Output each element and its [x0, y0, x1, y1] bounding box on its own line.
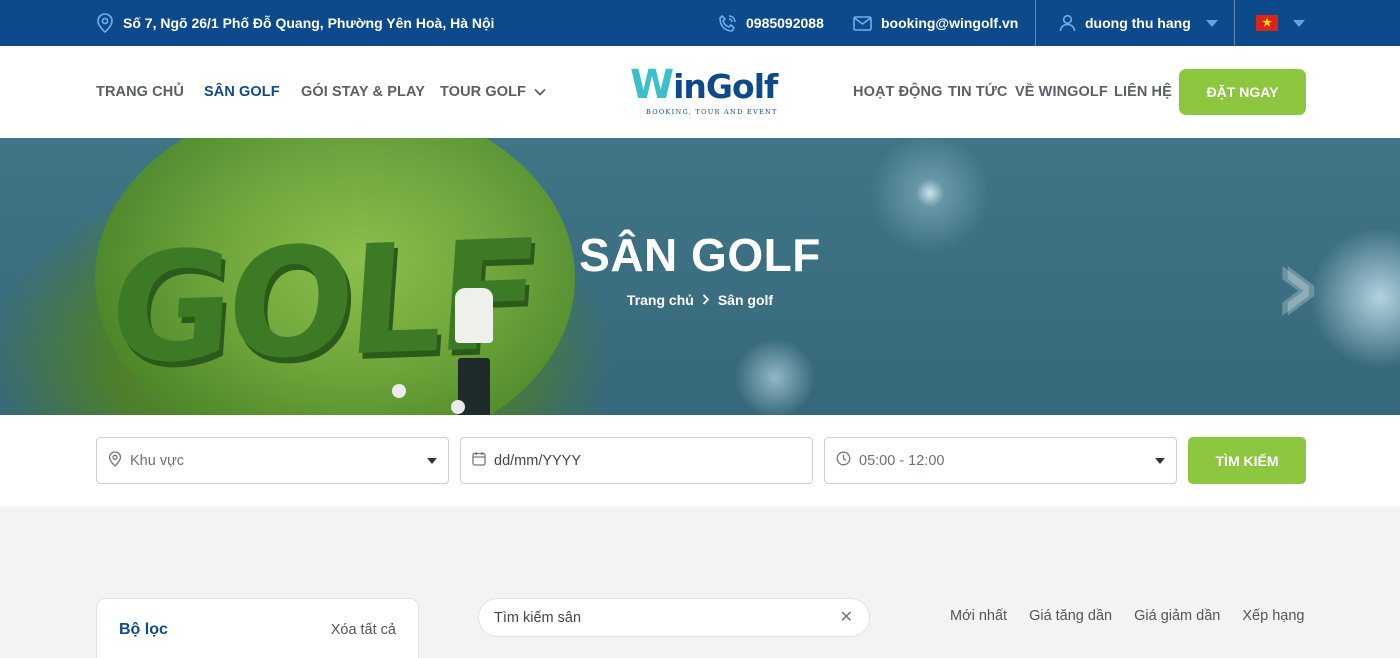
user-icon [1059, 14, 1076, 32]
breadcrumb-current: Sân golf [717, 292, 774, 308]
phone-icon [718, 14, 737, 33]
caret-down-icon [1205, 19, 1218, 27]
sort-rating[interactable]: Xếp hạng [1242, 608, 1304, 624]
email-link[interactable]: booking@wingolf.vn [853, 0, 1018, 46]
court-search-placeholder: Tìm kiếm sân [494, 609, 582, 626]
main-nav: TRANG CHỦ SÂN GOLF GÓI STAY & PLAY TOUR … [0, 46, 1400, 138]
user-menu[interactable]: duong thu hang [1059, 0, 1218, 46]
filter-title: Bộ lọc [119, 621, 168, 638]
time-select[interactable]: 05:00 - 12:00 [824, 437, 1177, 484]
top-bar: Số 7, Ngõ 26/1 Phố Đỗ Quang, Phường Yên … [0, 0, 1400, 46]
sort-newest[interactable]: Mới nhất [950, 608, 1007, 624]
phone-link[interactable]: 0985092088 [718, 0, 824, 46]
page-title: SÂN GOLF [579, 229, 821, 281]
sort-price-asc[interactable]: Giá tăng dần [1029, 608, 1112, 624]
sort-price-desc[interactable]: Giá giảm dần [1134, 608, 1220, 624]
clock-icon [836, 451, 851, 470]
date-input[interactable]: dd/mm/YYYY [460, 437, 813, 484]
calendar-icon [472, 451, 486, 470]
golf-ball [451, 400, 465, 414]
nav-about[interactable]: VỀ WINGOLF [1015, 46, 1108, 138]
nav-tour-golf[interactable]: TOUR GOLF [440, 46, 546, 138]
breadcrumb: Trang chủ Sân golf [0, 292, 1400, 308]
phone-number: 0985092088 [746, 15, 824, 31]
nav-activities[interactable]: HOẠT ĐỘNG [853, 46, 943, 138]
caret-down-icon [1293, 19, 1305, 27]
mail-icon [853, 15, 872, 31]
area-select[interactable]: Khu vực [96, 437, 449, 484]
clear-all-link[interactable]: Xóa tất cả [331, 622, 396, 638]
logo-wordmark: WinGolf [630, 62, 778, 108]
area-select-value: Khu vực [130, 452, 185, 469]
nav-stay-play[interactable]: GÓI STAY & PLAY [301, 46, 425, 138]
language-selector[interactable]: ★ [1256, 0, 1305, 46]
logo-tagline: BOOKING, TOUR AND EVENT [646, 108, 778, 116]
chevron-down-icon [534, 84, 546, 100]
hero-banner: GOLF ›› SÂN GOLF Trang chủ Sân golf [0, 138, 1400, 415]
location-pin-icon [96, 13, 114, 33]
nav-home[interactable]: TRANG CHỦ [96, 46, 184, 138]
address-info: Số 7, Ngõ 26/1 Phố Đỗ Quang, Phường Yên … [96, 0, 494, 46]
nav-golf-courses[interactable]: SÂN GOLF [204, 46, 280, 138]
caret-down-icon [1155, 458, 1165, 464]
book-now-button[interactable]: ĐẶT NGAY [1179, 69, 1306, 115]
user-name: duong thu hang [1085, 15, 1191, 31]
court-search-input[interactable]: Tìm kiếm sân ✕ [478, 598, 870, 637]
caret-down-icon [427, 458, 437, 464]
search-button[interactable]: TÌM KIẾM [1188, 437, 1306, 484]
nav-tour-golf-label: TOUR GOLF [440, 84, 527, 100]
filter-panel: Bộ lọc Xóa tất cả [96, 598, 419, 658]
chevron-right-icon [702, 292, 710, 308]
sort-options: Mới nhất Giá tăng dần Giá giảm dần Xếp h… [950, 608, 1304, 624]
golf-ball [392, 384, 406, 398]
vietnam-flag-icon: ★ [1256, 15, 1278, 31]
nav-contact[interactable]: LIÊN HỆ [1114, 46, 1172, 138]
close-icon[interactable]: ✕ [840, 607, 853, 626]
nav-news[interactable]: TIN TỨC [948, 46, 1007, 138]
wingolf-logo[interactable]: WinGolf BOOKING, TOUR AND EVENT [630, 62, 778, 122]
search-bar: Khu vực dd/mm/YYYY 05:00 - 12:00 TÌM KIẾ… [0, 415, 1400, 506]
email-address: booking@wingolf.vn [881, 15, 1019, 31]
breadcrumb-home[interactable]: Trang chủ [627, 292, 694, 308]
date-input-value: dd/mm/YYYY [494, 452, 582, 469]
divider [1035, 0, 1036, 46]
address-text: Số 7, Ngõ 26/1 Phố Đỗ Quang, Phường Yên … [123, 15, 495, 31]
time-select-value: 05:00 - 12:00 [859, 452, 945, 469]
location-pin-icon [108, 450, 122, 471]
divider [1234, 0, 1235, 46]
